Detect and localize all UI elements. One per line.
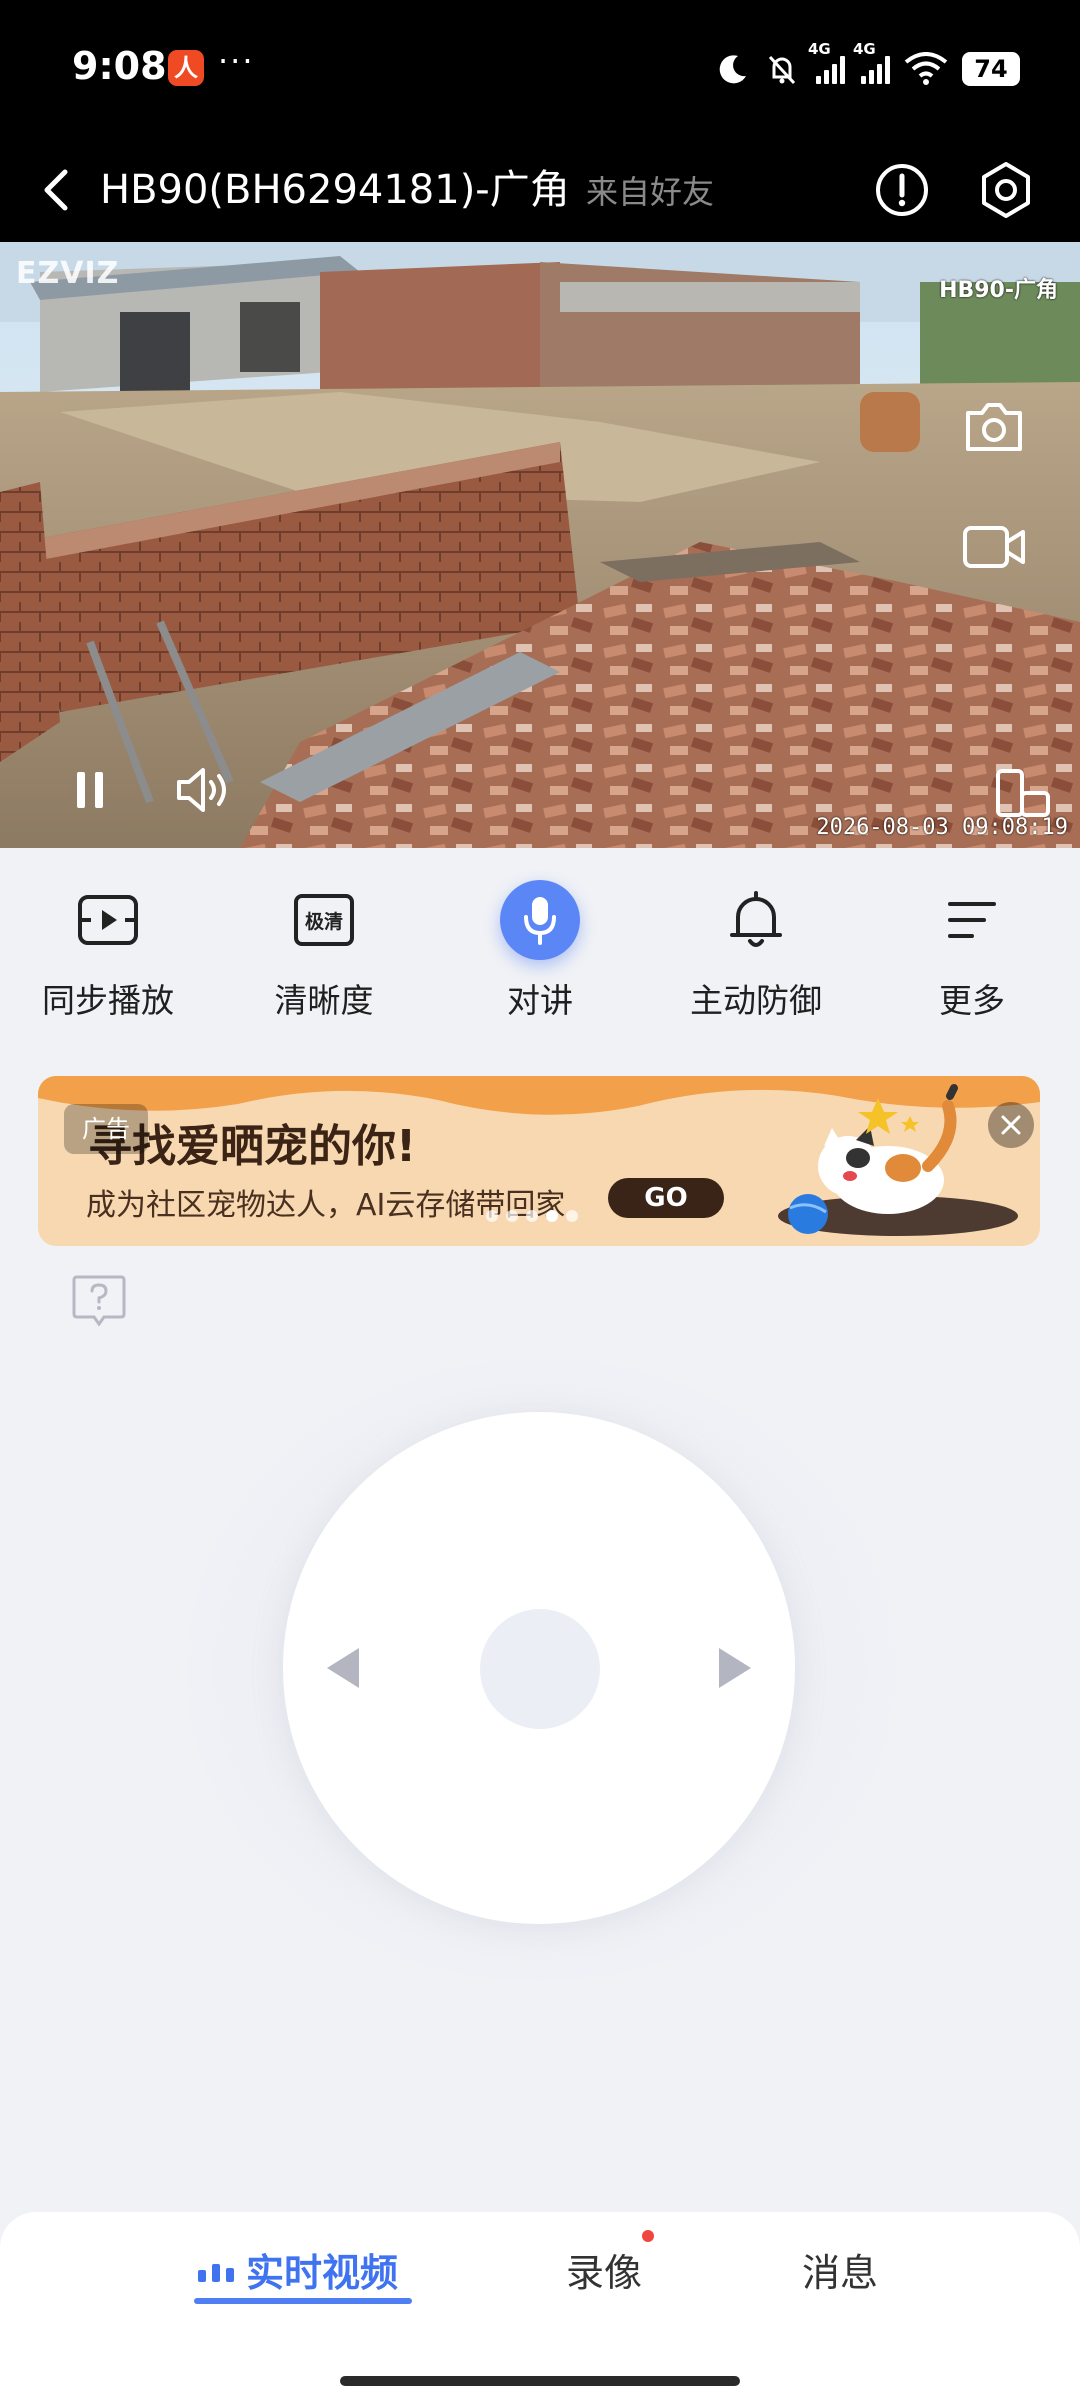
back-button[interactable]: [28, 162, 84, 218]
status-icons: 4G 4G 74: [716, 40, 1020, 94]
quality-label: 清晰度: [274, 981, 374, 1020]
battery-indicator: 74: [962, 52, 1020, 86]
ad-go-button[interactable]: GO: [608, 1178, 724, 1218]
volume-button[interactable]: [172, 758, 238, 822]
fullscreen-rotate-button[interactable]: [990, 764, 1056, 824]
camera-feed-image: [0, 242, 1080, 848]
ad-tag: 广告: [64, 1104, 148, 1154]
camera-icon: [966, 403, 1022, 451]
settings-button[interactable]: [972, 156, 1040, 224]
more-button[interactable]: 更多: [872, 880, 1072, 1022]
tab-live-video-label: 实时视频: [246, 2251, 399, 2295]
quality-button[interactable]: 极清 清晰度: [224, 880, 424, 1022]
ad-close-button[interactable]: [988, 1102, 1034, 1148]
close-icon: [1001, 1115, 1021, 1135]
pause-icon: [77, 772, 103, 808]
help-button[interactable]: [70, 1274, 128, 1330]
ad-dot: [506, 1210, 518, 1222]
bottom-tab-bar: 实时视频 录像 消息: [0, 2212, 1080, 2400]
record-clip-button[interactable]: [956, 512, 1032, 582]
ptz-center-button[interactable]: [480, 1609, 600, 1729]
more-notifications-icon: ···: [218, 42, 255, 80]
talk-label: 对讲: [507, 981, 573, 1020]
control-toolbar: 同步播放 极清 清晰度 对讲 主动防御 更多: [0, 880, 1080, 1030]
talk-button[interactable]: 对讲: [440, 880, 640, 1022]
page-title: HB90(BH6294181)-广角: [100, 167, 570, 213]
ad-dot: [486, 1210, 498, 1222]
tab-recordings[interactable]: 录像: [566, 2242, 642, 2297]
sim1-label: 4G: [808, 40, 831, 58]
status-time: 9:08: [72, 44, 167, 88]
sync-play-icon: [68, 880, 148, 960]
pan-right-icon[interactable]: [715, 1644, 755, 1692]
quality-badge: 极清: [294, 894, 354, 946]
gear-icon: [982, 162, 1030, 218]
ad-banner[interactable]: 寻找爱晒宠的你! 广告 成为社区宠物达人，AI云存储带回家 GO: [38, 1076, 1040, 1246]
microphone-icon: [500, 880, 580, 960]
ptz-control-pad[interactable]: [283, 1412, 795, 1924]
active-defense-label: 主动防御: [690, 981, 822, 1020]
ad-dot-active: [546, 1210, 558, 1222]
shared-from-friend-label: 来自好友: [586, 173, 715, 211]
tab-recordings-label: 录像: [566, 2251, 643, 2295]
chevron-left-icon: [44, 169, 68, 211]
alert-info-button[interactable]: [868, 156, 936, 224]
bell-icon: [716, 880, 796, 960]
sync-play-button[interactable]: 同步播放: [8, 880, 208, 1022]
video-record-icon: [963, 526, 1025, 568]
sim2-label: 4G: [853, 40, 876, 58]
cat-illustration: [778, 1084, 1018, 1236]
active-defense-button[interactable]: 主动防御: [656, 880, 856, 1022]
sync-play-label: 同步播放: [42, 981, 174, 1020]
tab-live-video[interactable]: 实时视频: [196, 2242, 398, 2297]
header: HB90(BH6294181)-广角 来自好友: [0, 140, 1080, 242]
ad-dot: [526, 1210, 538, 1222]
rotate-screen-icon: [996, 769, 1050, 817]
signal-sim2-icon: 4G: [853, 40, 890, 84]
exclamation-circle-icon: [876, 164, 928, 216]
live-bars-icon: [198, 2263, 234, 2282]
pause-button[interactable]: [62, 762, 118, 818]
active-tab-indicator: [194, 2298, 412, 2304]
menu-icon: [932, 880, 1012, 960]
ad-carousel-dots: [486, 1210, 578, 1222]
question-bubble-icon: [72, 1275, 126, 1327]
ezviz-watermark-logo: EZVIZ: [16, 256, 120, 291]
quality-icon: 极清: [284, 880, 364, 960]
more-label: 更多: [939, 981, 1005, 1020]
signal-sim1-icon: 4G: [808, 40, 845, 84]
speaker-icon: [177, 768, 226, 812]
mute-bell-icon: [768, 55, 796, 85]
status-bar: 9:08 人 ··· 4G 4G 74: [0, 0, 1080, 140]
recordings-badge-dot: [642, 2230, 654, 2242]
ad-dot: [566, 1210, 578, 1222]
camera-name-overlay: HB90-广角: [939, 278, 1058, 303]
live-video-player[interactable]: EZVIZ HB90-广角 2026-08-03 09:08:19: [0, 242, 1080, 848]
home-indicator[interactable]: [340, 2376, 740, 2386]
pan-left-icon[interactable]: [323, 1644, 363, 1692]
screenshot-button[interactable]: [956, 392, 1032, 462]
app-notification-icon: 人: [168, 50, 204, 86]
moon-icon: [719, 55, 746, 84]
tab-messages[interactable]: 消息: [802, 2242, 878, 2297]
tab-messages-label: 消息: [802, 2251, 879, 2295]
wifi-icon: [904, 52, 948, 85]
